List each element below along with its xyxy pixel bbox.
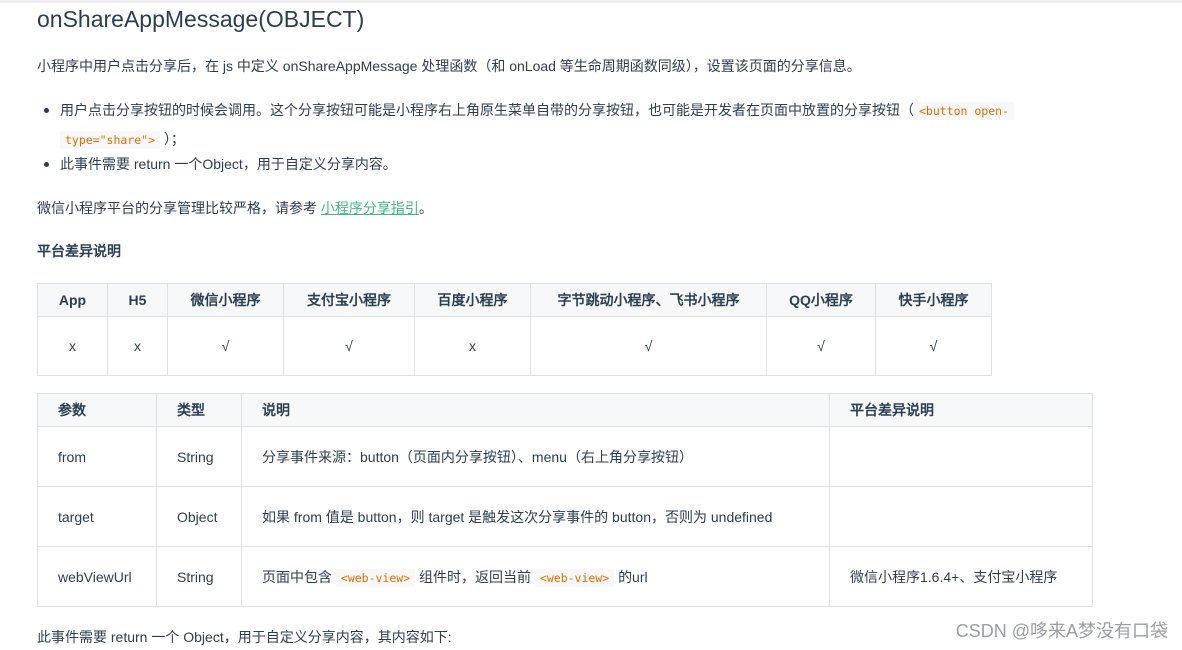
table-cell: √: [167, 316, 284, 376]
table-row: x x √ √ x √ √ √: [37, 316, 992, 376]
table-header-cell: 字节跳动小程序、飞书小程序: [530, 283, 767, 317]
bullet-list: 用户点击分享按钮的时候会调用。这个分享按钮可能是小程序右上角原生菜单自带的分享按…: [37, 96, 1107, 174]
table-header-cell: QQ小程序: [766, 283, 876, 317]
table-cell: √: [766, 316, 876, 376]
table-cell: x: [107, 316, 168, 376]
csdn-watermark: CSDN @哆来A梦没有口袋: [955, 621, 1168, 641]
table-header-cell: 支付宝小程序: [283, 283, 415, 317]
table-header-cell: 平台差异说明: [829, 393, 1093, 427]
table-header-cell: 微信小程序: [167, 283, 284, 317]
inline-code: <button open-: [914, 102, 1015, 120]
bottom-paragraph: 此事件需要 return 一个 Object，用于自定义分享内容，其内容如下:: [37, 629, 452, 645]
table-cell-type: String: [156, 546, 242, 607]
desc-text: 组件时，返回当前: [419, 568, 532, 585]
bullet-text: 此事件需要 return 一个Object，用于自定义分享内容。: [60, 156, 397, 172]
table-cell-desc: 分享事件来源：button（页面内分享按钮）、menu（右上角分享按钮）: [241, 426, 830, 487]
table-header-row: 参数 类型 说明 平台差异说明: [37, 393, 1093, 427]
table-cell: √: [530, 316, 767, 376]
table-cell-desc: 如果 from 值是 button，则 target 是触发这次分享事件的 bu…: [241, 486, 830, 547]
table-cell-platform: [829, 426, 1093, 487]
share-guide-link[interactable]: 小程序分享指引: [321, 200, 419, 216]
table-cell: √: [875, 316, 992, 376]
table-cell-param: webViewUrl: [37, 546, 157, 607]
table-header-row: App H5 微信小程序 支付宝小程序 百度小程序 字节跳动小程序、飞书小程序 …: [37, 283, 992, 317]
table-cell: x: [37, 316, 108, 376]
table-header-cell: App: [37, 283, 108, 317]
bullet-text: 用户点击分享按钮的时候会调用。这个分享按钮可能是小程序右上角原生菜单自带的分享按…: [60, 102, 914, 118]
inline-code: <web-view>: [335, 568, 416, 587]
table-header-cell: 类型: [156, 393, 242, 427]
table-header-cell: 快手小程序: [875, 283, 992, 317]
table-row: target Object 如果 from 值是 button，则 target…: [37, 486, 1093, 547]
inline-code: <web-view>: [534, 568, 615, 587]
table-cell-type: String: [156, 426, 242, 487]
table-cell-param: target: [37, 486, 157, 547]
bullet-dot: [44, 108, 49, 113]
desc-text: 的url: [618, 568, 648, 585]
guide-paragraph: 微信小程序平台的分享管理比较严格，请参考 小程序分享指引。: [37, 198, 433, 218]
table-header-cell: 百度小程序: [414, 283, 531, 317]
table-cell-param: from: [37, 426, 157, 487]
table-header-cell: 参数: [37, 393, 157, 427]
table-cell-platform: [829, 486, 1093, 547]
page-title: onShareAppMessage(OBJECT): [37, 6, 365, 32]
list-item: 此事件需要 return 一个Object，用于自定义分享内容。: [37, 154, 1107, 174]
guide-text-end: 。: [418, 200, 433, 216]
table-header-cell: 说明: [241, 393, 830, 427]
platform-table: App H5 微信小程序 支付宝小程序 百度小程序 字节跳动小程序、飞书小程序 …: [37, 283, 992, 376]
guide-text: 微信小程序平台的分享管理比较严格，请参考: [37, 200, 317, 216]
bullet-dot: [44, 162, 49, 167]
list-item: 用户点击分享按钮的时候会调用。这个分享按钮可能是小程序右上角原生菜单自带的分享按…: [37, 96, 1107, 152]
table-row: from String 分享事件来源：button（页面内分享按钮）、menu（…: [37, 426, 1093, 487]
desc-text: 页面中包含: [262, 568, 332, 585]
intro-paragraph: 小程序中用户点击分享后，在 js 中定义 onShareAppMessage 处…: [37, 58, 861, 74]
table-cell-type: Object: [156, 486, 242, 547]
top-divider: [0, 0, 1182, 3]
param-table: 参数 类型 说明 平台差异说明 from String 分享事件来源：butto…: [37, 393, 1093, 607]
table-cell: √: [283, 316, 415, 376]
platform-heading: 平台差异说明: [37, 243, 121, 259]
inline-code: type="share">: [60, 131, 161, 149]
table-cell-desc: 页面中包含 <web-view> 组件时，返回当前 <web-view> 的ur…: [241, 546, 830, 607]
table-row: webViewUrl String 页面中包含 <web-view> 组件时，返…: [37, 546, 1093, 607]
table-cell-platform: 微信小程序1.6.4+、支付宝小程序: [829, 546, 1093, 607]
table-cell: x: [414, 316, 531, 376]
table-header-cell: H5: [107, 283, 168, 317]
bullet-text-end: ）；: [163, 131, 185, 147]
